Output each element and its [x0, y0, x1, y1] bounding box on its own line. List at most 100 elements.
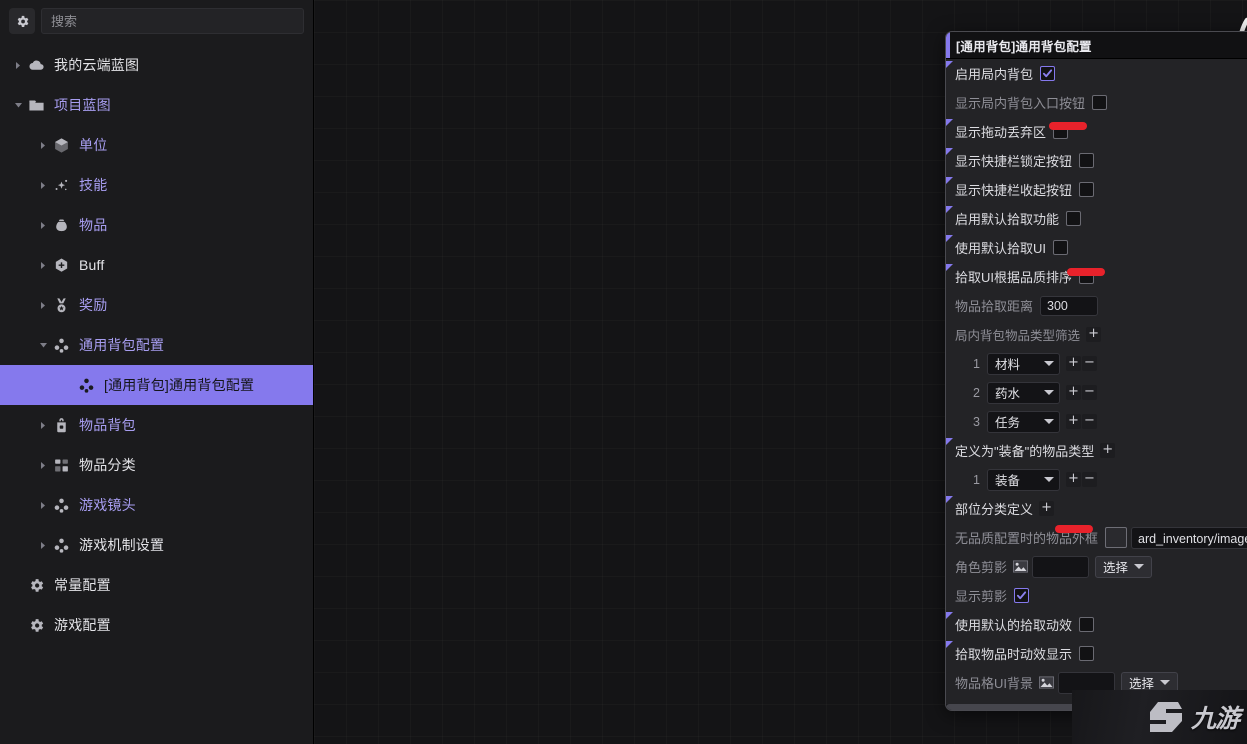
app-root: 我的云端蓝图项目蓝图单位技能物品 Buff 奖励通用背包配置 [通用背包]通用背包配置… — [0, 0, 1247, 744]
slot-ui-bg-select-button[interactable]: 选择 — [1121, 671, 1179, 694]
sidebar-item-4[interactable]: 物品 — [0, 205, 313, 245]
checkbox-5[interactable] — [1066, 211, 1082, 226]
grid-icon — [51, 455, 71, 475]
select-value: 材料 — [995, 358, 1021, 372]
checkbox-1[interactable] — [1092, 95, 1108, 110]
type-filter-add-button[interactable]: + — [1086, 327, 1102, 342]
type-filter-remove-row-2[interactable]: − — [1082, 414, 1097, 429]
sidebar-item-7[interactable]: 通用背包配置 — [0, 325, 313, 365]
sidebar-item-label: 物品背包 — [79, 417, 136, 433]
image-picker-icon[interactable] — [1013, 560, 1029, 573]
select-value: 药水 — [995, 387, 1021, 401]
scrollbar-thumb[interactable] — [946, 704, 1247, 710]
twisty-collapsed-icon[interactable] — [37, 539, 49, 551]
property-label: 使用默认拾取UI — [955, 241, 1047, 256]
sidebar-item-6[interactable]: 奖励 — [0, 285, 313, 325]
sidebar-item-2[interactable]: 单位 — [0, 125, 313, 165]
twisty-expanded-icon[interactable] — [37, 339, 49, 351]
property-row-equip-types-header: 定义为"装备"的物品类型 + — [946, 436, 1247, 465]
gear-icon[interactable] — [9, 8, 35, 34]
row-index: 1 — [973, 356, 980, 371]
sidebar-item-12[interactable]: 游戏机制设置 — [0, 525, 313, 565]
chevron-down-icon — [1044, 477, 1054, 482]
checkbox-0[interactable] — [1040, 66, 1056, 81]
sidebar-item-10[interactable]: 物品分类 — [0, 445, 313, 485]
checkbox-3[interactable] — [1079, 153, 1095, 168]
property-row-checkbox-0: 启用局内背包 — [946, 59, 1247, 88]
slot-category-add-button[interactable]: + — [1039, 501, 1055, 516]
sidebar-item-label: 项目蓝图 — [54, 97, 111, 113]
image-picker-icon[interactable] — [1039, 676, 1055, 689]
sidebar-item-0[interactable]: 我的云端蓝图 — [0, 45, 313, 85]
gear-icon — [26, 615, 46, 635]
equip-types-add-row-0[interactable]: + — [1066, 472, 1081, 487]
sidebar-item-label: [通用背包]通用背包配置 — [104, 377, 255, 393]
show-silhouette-checkbox[interactable] — [1014, 588, 1030, 603]
equip-types-remove-row-0[interactable]: − — [1082, 472, 1097, 487]
twisty-collapsed-icon[interactable] — [37, 299, 49, 311]
type-filter-select-0[interactable]: 材料 — [987, 352, 1060, 375]
no-quality-frame-label: 无品质配置时的物品外框 — [955, 531, 1099, 546]
twisty-collapsed-icon[interactable] — [37, 419, 49, 431]
search-input[interactable] — [41, 8, 304, 34]
default-pickup-fx-checkbox[interactable] — [1079, 617, 1095, 632]
frame-color-swatch[interactable] — [1105, 527, 1128, 548]
type-filter-add-row-0[interactable]: + — [1066, 356, 1081, 371]
sidebar-item-label: 常量配置 — [54, 577, 111, 593]
sidebar-item-label: 游戏机制设置 — [79, 537, 165, 553]
sidebar-item-8[interactable]: [通用背包]通用背包配置 — [0, 365, 313, 405]
pickup-fx-display-checkbox[interactable] — [1079, 646, 1095, 661]
property-label: 拾取UI根据品质排序 — [955, 270, 1073, 285]
type-filter-select-1[interactable]: 药水 — [987, 381, 1060, 404]
twisty-collapsed-icon[interactable] — [37, 179, 49, 191]
type-filter-add-row-2[interactable]: + — [1066, 414, 1081, 429]
equip-types-add-button[interactable]: + — [1100, 443, 1116, 458]
character-silhouette-select-button[interactable]: 选择 — [1095, 555, 1153, 578]
checkbox-2[interactable] — [1053, 124, 1069, 139]
twisty-collapsed-icon[interactable] — [37, 259, 49, 271]
type-filter-remove-row-1[interactable]: − — [1082, 385, 1097, 400]
horizontal-scrollbar[interactable] — [946, 704, 1247, 710]
slot-ui-bg-input[interactable] — [1058, 671, 1116, 694]
sidebar-item-5[interactable]: Buff — [0, 245, 313, 285]
chevron-down-icon — [1134, 564, 1145, 569]
graph-canvas[interactable]: [通用背包]通用背包配置 [通用背包]通用背包配置 启用局内背包显示局内背包入口… — [314, 0, 1247, 744]
twisty-collapsed-icon[interactable] — [37, 219, 49, 231]
sidebar-item-14[interactable]: 游戏配置 — [0, 605, 313, 645]
frame-path-input[interactable] — [1131, 526, 1247, 549]
sidebar-item-3[interactable]: 技能 — [0, 165, 313, 205]
property-row-checkbox-3: 显示快捷栏锁定按钮 — [946, 146, 1247, 175]
type-filter-remove-row-0[interactable]: − — [1082, 356, 1097, 371]
node-header: [通用背包]通用背包配置 [通用背包]通用背包配置 — [946, 32, 1247, 59]
row-index: 2 — [973, 385, 980, 400]
character-silhouette-input[interactable] — [1032, 555, 1090, 578]
property-row-character-silhouette: 角色剪影 选择 — [946, 552, 1247, 581]
twisty-collapsed-icon[interactable] — [37, 499, 49, 511]
pickup-distance-input[interactable] — [1040, 295, 1099, 316]
pickup-distance-label: 物品拾取距离 — [955, 299, 1034, 314]
property-row-pickup-fx-display: 拾取物品时动效显示 — [946, 639, 1247, 668]
type-filter-add-row-1[interactable]: + — [1066, 385, 1081, 400]
twisty-collapsed-icon[interactable] — [37, 139, 49, 151]
type-filter-select-2[interactable]: 任务 — [987, 410, 1060, 433]
sidebar-item-label: 奖励 — [79, 297, 108, 313]
checkbox-7[interactable] — [1079, 269, 1095, 284]
type-filter-row-1: 2 药水 + − — [946, 378, 1247, 407]
sidebar-item-11[interactable]: 游戏镜头 — [0, 485, 313, 525]
slot-category-label: 部位分类定义 — [955, 502, 1034, 517]
property-label: 显示拖动丢弃区 — [955, 125, 1047, 140]
checkbox-4[interactable] — [1079, 182, 1095, 197]
twisty-expanded-icon[interactable] — [12, 99, 24, 111]
checkbox-6[interactable] — [1053, 240, 1069, 255]
sidebar-item-13[interactable]: 常量配置 — [0, 565, 313, 605]
sidebar-item-9[interactable]: 物品背包 — [0, 405, 313, 445]
twisty-collapsed-icon[interactable] — [37, 459, 49, 471]
sidebar-item-label: 物品 — [79, 217, 108, 233]
equip-types-select-0[interactable]: 装备 — [987, 468, 1060, 491]
sidebar-item-1[interactable]: 项目蓝图 — [0, 85, 313, 125]
equip-types-label: 定义为"装备"的物品类型 — [955, 444, 1095, 459]
medal-icon — [51, 295, 71, 315]
twisty-collapsed-icon[interactable] — [12, 59, 24, 71]
sidebar-item-label: 通用背包配置 — [79, 337, 165, 353]
node-panel[interactable]: [通用背包]通用背包配置 [通用背包]通用背包配置 启用局内背包显示局内背包入口… — [945, 31, 1247, 711]
